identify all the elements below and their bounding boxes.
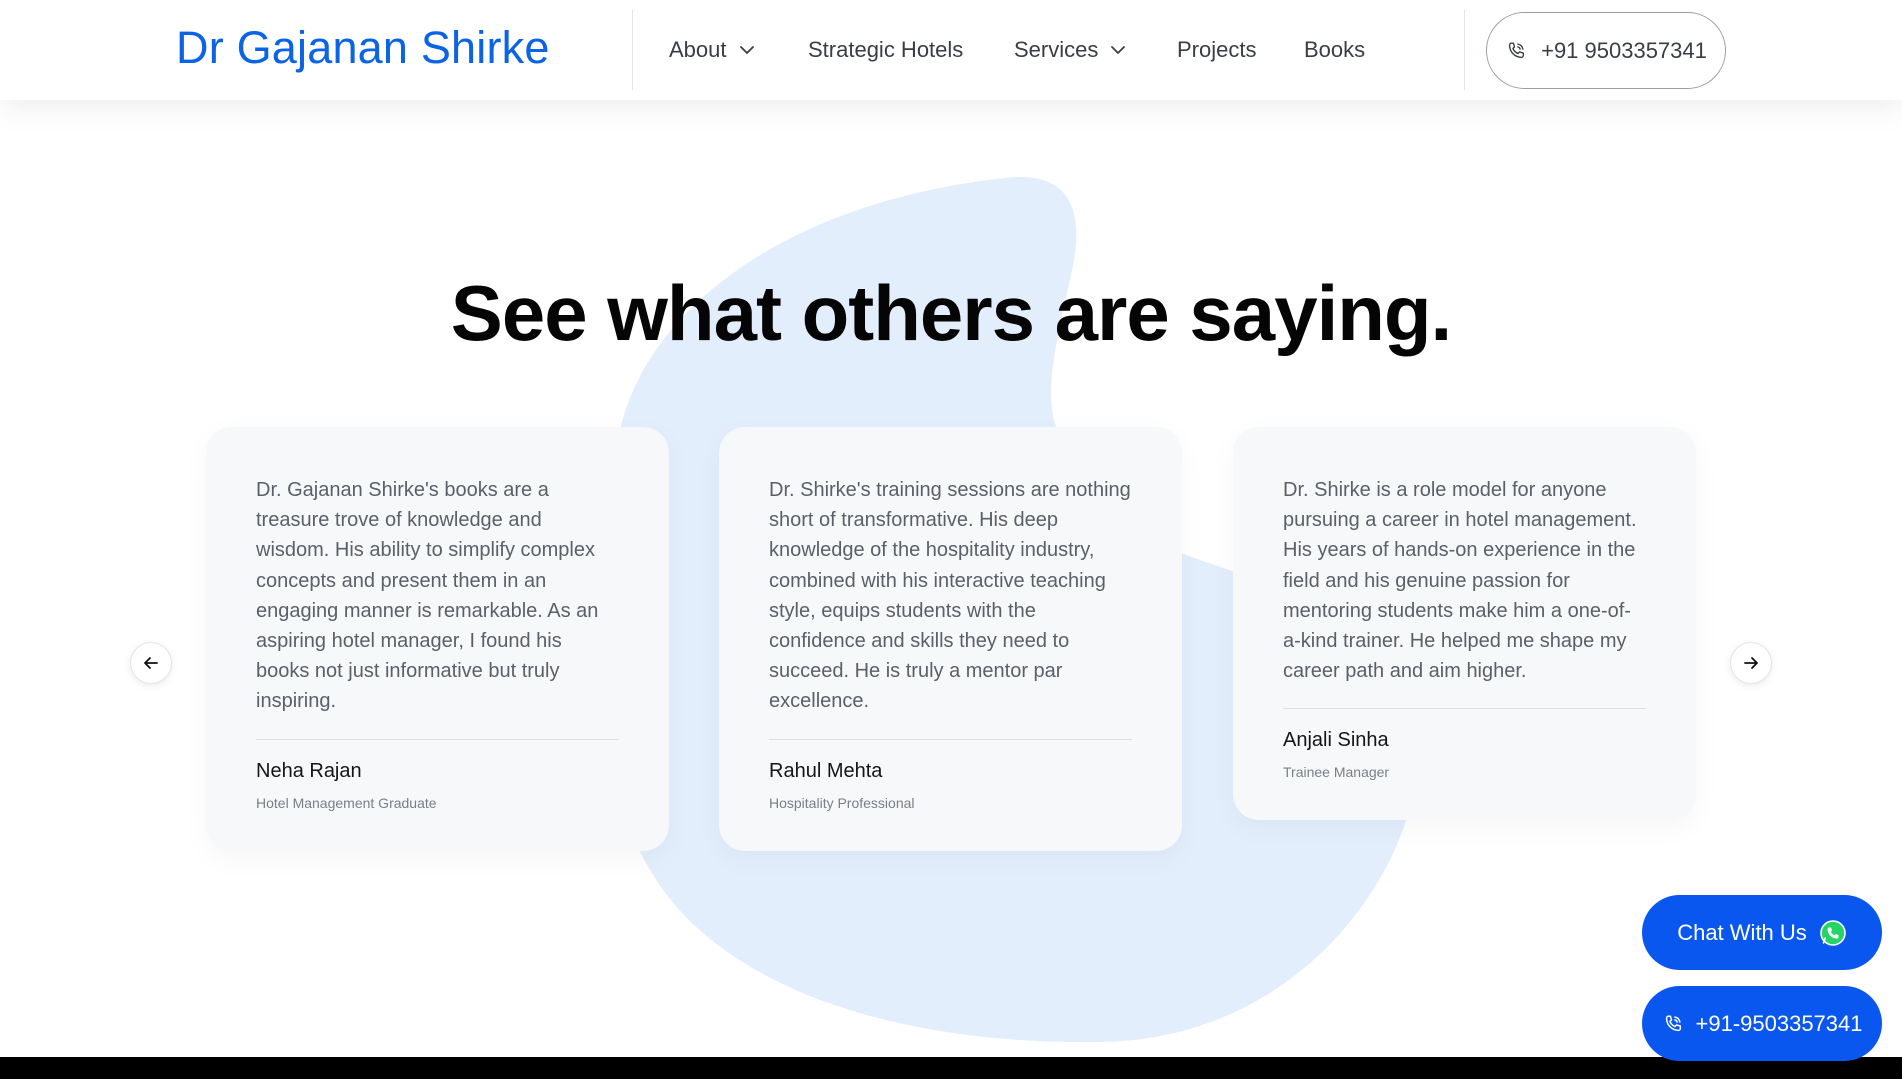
call-now-button[interactable]: +91-9503357341 [1642, 986, 1882, 1061]
header-divider [632, 10, 633, 90]
slider-next-button[interactable] [1730, 642, 1772, 684]
arrow-left-icon [144, 657, 158, 669]
phone-icon [1508, 42, 1525, 58]
testimonial-quote: Dr. Shirke is a role model for anyone pu… [1283, 479, 1637, 683]
nav-item-services[interactable]: Services [1014, 37, 1128, 63]
nav-item-projects[interactable]: Projects [1177, 37, 1256, 63]
nav-item-strategic-hotels[interactable]: Strategic Hotels [808, 37, 963, 63]
chevron-down-icon [739, 46, 754, 54]
testimonial-card: Dr. Shirke's training sessions are nothi… [719, 427, 1182, 851]
testimonial-author: Anjali Sinha [1283, 729, 1389, 752]
call-now-label: +91-9503357341 [1695, 1010, 1863, 1036]
phone-icon [1665, 1014, 1681, 1031]
card-divider [769, 738, 1132, 740]
testimonial-quote: Dr. Gajanan Shirke's books are a treasur… [256, 479, 599, 713]
testimonial-card: Dr. Shirke is a role model for anyone pu… [1233, 427, 1696, 821]
card-divider [1283, 708, 1646, 710]
testimonials-heading: See what others are saying. [450, 269, 1452, 357]
testimonial-author: Rahul Mehta [769, 759, 883, 782]
whatsapp-icon [1819, 919, 1846, 946]
nav-item-books[interactable]: Books [1304, 37, 1365, 63]
chat-with-us-label: Chat With Us [1677, 919, 1807, 945]
slider-prev-button[interactable] [130, 642, 172, 684]
chevron-down-icon [1111, 46, 1126, 54]
arrow-right-icon [1744, 657, 1758, 669]
nav-item-label: Books [1304, 37, 1366, 62]
chat-with-us-button[interactable]: Chat With Us [1642, 895, 1882, 970]
header-phone-label: +91 9503357341 [1541, 37, 1707, 63]
testimonial-card: Dr. Gajanan Shirke's books are a treasur… [206, 427, 669, 851]
nav-item-label: About [669, 37, 727, 62]
nav-item-about[interactable]: About [669, 37, 757, 63]
nav-item-label: Projects [1177, 37, 1257, 62]
header-divider [1464, 10, 1465, 90]
testimonial-author: Neha Rajan [256, 759, 362, 782]
card-divider [256, 738, 619, 740]
site-logo[interactable]: Dr Gajanan Shirke [176, 22, 550, 74]
testimonial-role: Trainee Manager [1283, 764, 1390, 781]
testimonial-role: Hotel Management Graduate [256, 794, 437, 811]
testimonial-quote: Dr. Shirke's training sessions are nothi… [769, 479, 1131, 713]
site-header: Dr Gajanan Shirke About Strategic Hotels… [0, 0, 1902, 100]
nav-item-label: Services [1014, 37, 1099, 62]
nav-item-label: Strategic Hotels [808, 37, 964, 62]
testimonial-role: Hospitality Professional [769, 794, 915, 811]
footer-edge [0, 1057, 1902, 1079]
header-phone-button[interactable]: +91 9503357341 [1486, 12, 1726, 89]
